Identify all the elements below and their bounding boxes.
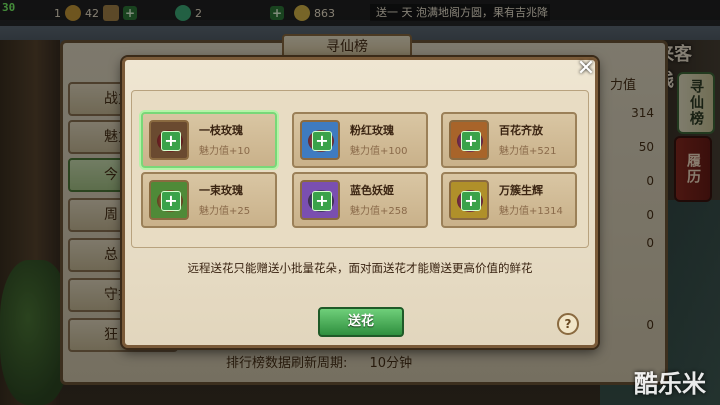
plus-icon: + <box>312 191 332 211</box>
flower-icon: + <box>149 120 189 160</box>
flower-icon: + <box>449 180 489 220</box>
plus-icon: + <box>461 191 481 211</box>
send-flower-button[interactable]: 送花 <box>318 307 404 337</box>
gift-charm-value: 魅力值+10 <box>199 146 251 157</box>
gift-name: 一枝玫瑰 <box>199 124 243 137</box>
gift-item[interactable]: + 粉红玫瑰魅力值+100 <box>292 112 428 168</box>
gift-charm-value: 魅力值+521 <box>499 146 557 157</box>
flower-icon: + <box>300 180 340 220</box>
send-flower-hint: 远程送花只能赠送小批量花朵，面对面送花才能赠送更高价值的鲜花 <box>187 261 533 275</box>
gift-name: 一束玫瑰 <box>199 184 243 197</box>
plus-icon: + <box>161 191 181 211</box>
gift-name: 百花齐放 <box>499 124 543 137</box>
flower-icon: + <box>149 180 189 220</box>
gift-name: 蓝色妖姬 <box>350 184 394 197</box>
plus-icon: + <box>461 131 481 151</box>
plus-icon: + <box>161 131 181 151</box>
gift-name: 粉红玫瑰 <box>350 124 394 137</box>
gift-item[interactable]: + 一枝玫瑰魅力值+10 <box>141 112 277 168</box>
flower-icon: + <box>300 120 340 160</box>
gift-charm-value: 魅力值+100 <box>350 146 408 157</box>
gift-name: 万簇生辉 <box>499 184 543 197</box>
flower-icon: + <box>449 120 489 160</box>
gift-item[interactable]: + 一束玫瑰魅力值+25 <box>141 172 277 228</box>
gift-charm-value: 魅力值+258 <box>350 206 408 217</box>
gift-item[interactable]: + 万簇生辉魅力值+1314 <box>441 172 577 228</box>
close-button[interactable]: ✕ <box>573 56 599 82</box>
gift-item[interactable]: + 百花齐放魅力值+521 <box>441 112 577 168</box>
gift-charm-value: 魅力值+25 <box>199 206 251 217</box>
gift-item[interactable]: + 蓝色妖姬魅力值+258 <box>292 172 428 228</box>
watermark: 酷乐米 <box>634 370 706 398</box>
help-button[interactable]: ? <box>557 313 579 335</box>
gift-charm-value: 魅力值+1314 <box>499 206 563 217</box>
plus-icon: + <box>312 131 332 151</box>
